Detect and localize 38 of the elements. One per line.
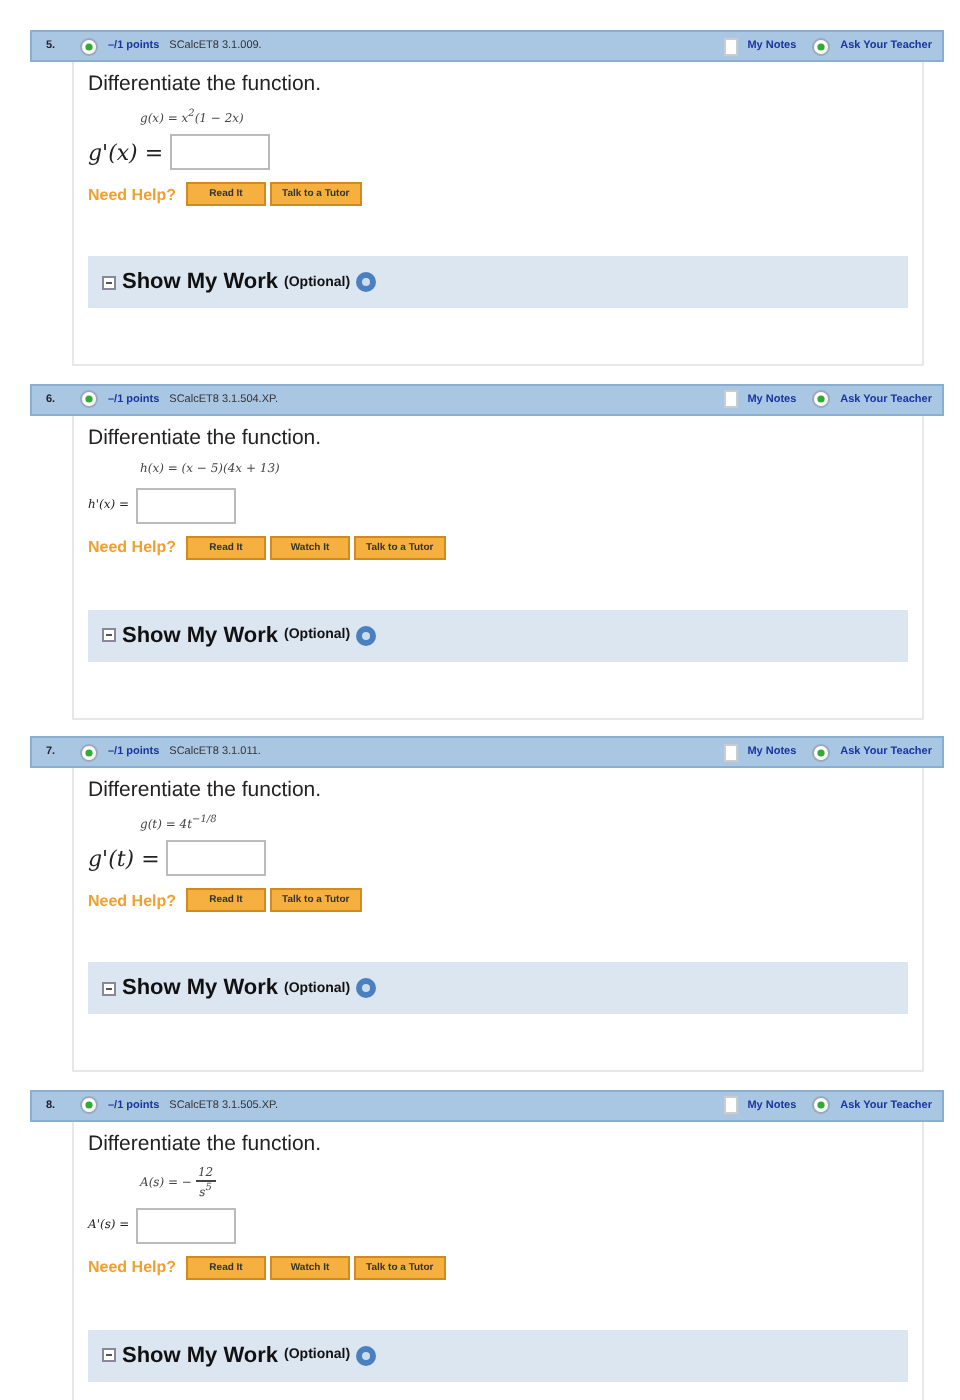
radio-dot-icon — [80, 37, 98, 55]
radio-dot-icon — [812, 390, 831, 408]
answer-label: g'(t) = — [88, 845, 160, 871]
need-help-label: Need Help? — [88, 538, 177, 556]
need-help-label: Need Help? — [88, 185, 177, 203]
show-work-title[interactable]: Show My Work — [122, 270, 279, 294]
question-prompt: Differentiate the function. — [88, 72, 324, 96]
help-icon[interactable] — [356, 978, 377, 998]
answer-field[interactable] — [165, 840, 266, 876]
note-page-icon — [723, 390, 738, 408]
answer-label: g'(x) = — [88, 139, 164, 165]
radio-dot-icon — [80, 390, 98, 408]
help-icon[interactable] — [356, 1345, 377, 1365]
expand-icon[interactable] — [102, 981, 116, 995]
answer-field[interactable] — [135, 1207, 236, 1243]
question-prompt: Differentiate the function. — [88, 1131, 324, 1155]
radio-dot-icon — [80, 1096, 98, 1114]
question-prompt: Differentiate the function. — [88, 425, 324, 449]
answer-field[interactable] — [135, 487, 236, 523]
show-work-title[interactable]: Show My Work — [122, 1343, 279, 1367]
note-page-icon — [723, 743, 738, 761]
expand-icon[interactable] — [102, 275, 116, 289]
radio-dot-icon — [812, 743, 831, 761]
expand-icon[interactable] — [102, 628, 116, 642]
need-help-label: Need Help? — [88, 891, 177, 909]
question-prompt: Differentiate the function. — [88, 778, 324, 802]
radio-dot-icon — [812, 1096, 831, 1114]
need-help-label: Need Help? — [88, 1258, 177, 1276]
help-icon[interactable] — [356, 272, 377, 292]
expand-icon[interactable] — [102, 1348, 116, 1362]
radio-dot-icon — [80, 743, 98, 761]
show-work-title[interactable]: Show My Work — [122, 976, 279, 1000]
radio-dot-icon — [812, 37, 831, 55]
help-icon[interactable] — [356, 625, 377, 645]
note-page-icon — [723, 1096, 738, 1114]
answer-field[interactable] — [169, 134, 270, 170]
show-work-title[interactable]: Show My Work — [122, 623, 279, 647]
note-page-icon — [723, 37, 738, 55]
